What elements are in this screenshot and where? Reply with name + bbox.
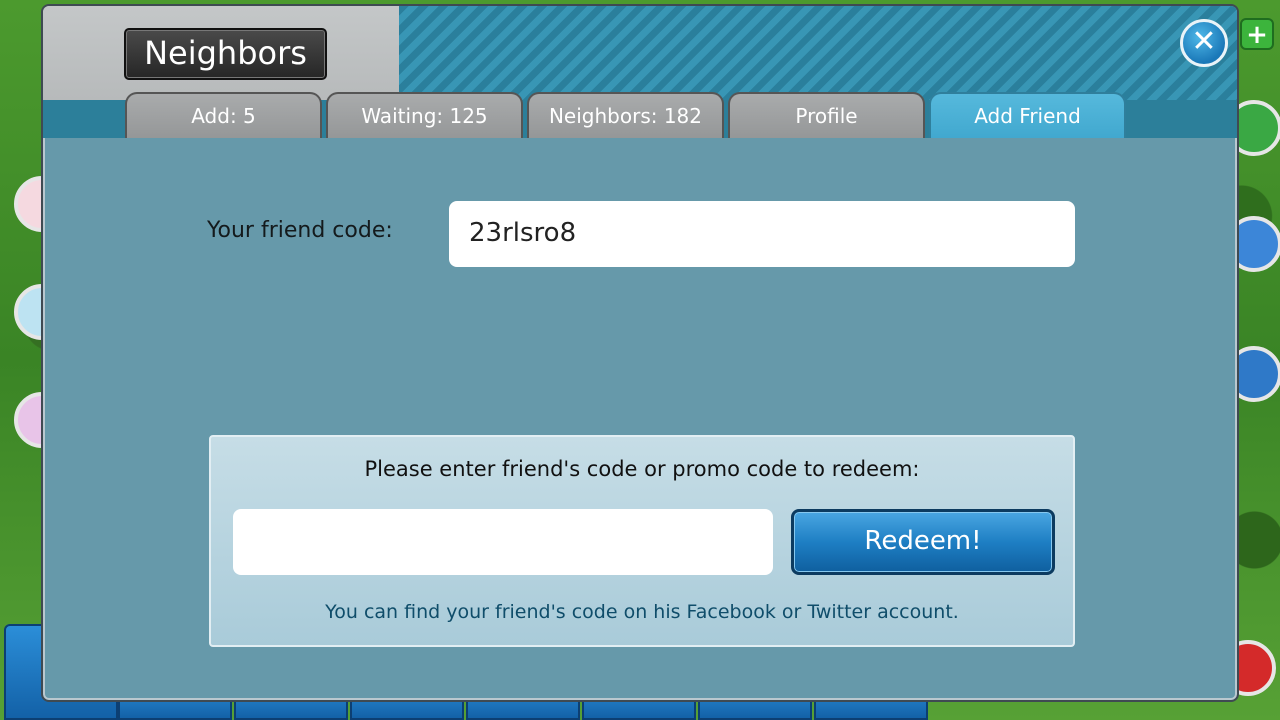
redeem-panel: Please enter friend's code or promo code… xyxy=(209,435,1075,647)
redeem-prompt: Please enter friend's code or promo code… xyxy=(364,457,920,481)
tab-profile[interactable]: Profile xyxy=(728,92,925,138)
plus-icon: + xyxy=(1240,18,1274,50)
redeem-hint: You can find your friend's code on his F… xyxy=(325,601,959,623)
neighbors-dialog: Neighbors ✕ Add: 5 Waiting: 125 Neighbor… xyxy=(41,4,1239,702)
tab-waiting[interactable]: Waiting: 125 xyxy=(326,92,523,138)
promo-code-input[interactable] xyxy=(233,509,773,575)
tab-add[interactable]: Add: 5 xyxy=(125,92,322,138)
dialog-title: Neighbors xyxy=(124,28,327,80)
friend-code-field[interactable]: 23rlsro8 xyxy=(449,201,1075,267)
close-icon: ✕ xyxy=(1191,24,1217,59)
redeem-button[interactable]: Redeem! xyxy=(791,509,1055,575)
tab-neighbors[interactable]: Neighbors: 182 xyxy=(527,92,724,138)
close-button[interactable]: ✕ xyxy=(1180,19,1228,67)
header-stripes xyxy=(399,6,1237,100)
tab-add-friend[interactable]: Add Friend xyxy=(929,92,1126,138)
friend-code-label: Your friend code: xyxy=(207,218,393,243)
